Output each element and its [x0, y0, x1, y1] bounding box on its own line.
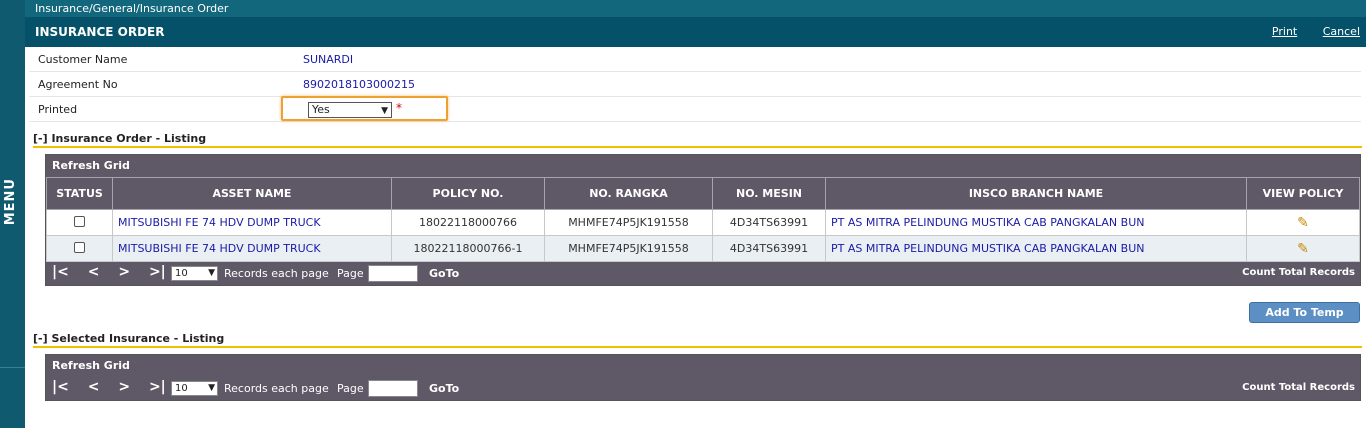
col-asset-name[interactable]: ASSET NAME — [112, 177, 392, 210]
pencil-icon[interactable]: ✎ — [1297, 241, 1309, 257]
col-no-rangka[interactable]: NO. RANGKA — [544, 177, 713, 210]
order-listing-header[interactable]: [-] Insurance Order - Listing — [33, 132, 1362, 148]
no-rangka: MHMFE74P5JK191558 — [544, 235, 713, 262]
records-label: Records each page — [224, 267, 329, 280]
selected-grid-refresh[interactable]: Refresh Grid — [46, 355, 1360, 377]
main-content: Insurance/General/Insurance Order INSURA… — [25, 0, 1366, 428]
policy-no: 18022118000766 — [391, 209, 545, 236]
customer-value: SUNARDI — [303, 53, 354, 66]
pencil-icon[interactable]: ✎ — [1297, 215, 1309, 231]
insco-branch-link[interactable]: PT AS MITRA PELINDUNG MUSTIKA CAB PANGKA… — [825, 235, 1247, 262]
policy-no: 18022118000766-1 — [391, 235, 545, 262]
table-row: MITSUBISHI FE 74 HDV DUMP TRUCK 18022118… — [46, 235, 1360, 262]
no-mesin: 4D34TS63991 — [712, 209, 826, 236]
order-grid: Refresh Grid STATUS ASSET NAME POLICY NO… — [45, 154, 1361, 286]
page-title: INSURANCE ORDER — [35, 25, 165, 39]
printed-row: Printed Yes ▼ * — [29, 96, 1361, 122]
col-insco-branch[interactable]: INSCO BRANCH NAME — [825, 177, 1247, 210]
col-status[interactable]: STATUS — [46, 177, 113, 210]
header-links: Print Cancel — [1250, 25, 1360, 38]
table-row: MITSUBISHI FE 74 HDV DUMP TRUCK 18022118… — [46, 209, 1360, 236]
print-link[interactable]: Print — [1272, 25, 1297, 38]
printed-select-focus: Yes ▼ * — [281, 96, 448, 121]
order-grid-refresh[interactable]: Refresh Grid — [46, 155, 1360, 177]
records-label: Records each page — [224, 382, 329, 395]
pager-nav: |< < > >| — [52, 379, 180, 395]
agreement-row: Agreement No 8902018103000215 — [29, 72, 1361, 97]
chevron-down-icon: ▼ — [381, 106, 388, 116]
page-size-value: 10 — [175, 383, 188, 394]
selected-grid: Refresh Grid |< < > >| 10 ▼ Records each… — [45, 354, 1361, 401]
title-bar: INSURANCE ORDER Print Cancel — [25, 17, 1366, 47]
insco-branch-link[interactable]: PT AS MITRA PELINDUNG MUSTIKA CAB PANGKA… — [825, 209, 1247, 236]
page-size-value: 10 — [175, 268, 188, 279]
printed-select-value: Yes — [312, 103, 330, 116]
agreement-value: 8902018103000215 — [303, 78, 415, 91]
status-checkbox[interactable] — [74, 215, 85, 227]
page-label: Page — [337, 382, 364, 395]
goto-button[interactable]: GoTo — [429, 382, 459, 395]
no-mesin: 4D34TS63991 — [712, 235, 826, 262]
asset-link[interactable]: MITSUBISHI FE 74 HDV DUMP TRUCK — [112, 235, 392, 262]
first-page-button[interactable]: |< — [52, 379, 69, 395]
side-menu[interactable]: MENU — [0, 0, 25, 428]
no-rangka: MHMFE74P5JK191558 — [544, 209, 713, 236]
printed-label: Printed — [38, 103, 78, 116]
printed-select[interactable]: Yes ▼ — [308, 102, 392, 118]
cancel-link[interactable]: Cancel — [1323, 25, 1360, 38]
asset-link[interactable]: MITSUBISHI FE 74 HDV DUMP TRUCK — [112, 209, 392, 236]
col-view-policy[interactable]: VIEW POLICY — [1246, 177, 1360, 210]
agreement-label: Agreement No — [38, 78, 118, 91]
page-label: Page — [337, 267, 364, 280]
order-table-header: STATUS ASSET NAME POLICY NO. NO. RANGKA … — [46, 177, 1360, 210]
selected-pager: |< < > >| 10 ▼ Records each page Page Go… — [46, 377, 1360, 400]
page-size-select[interactable]: 10 ▼ — [171, 381, 218, 396]
breadcrumb: Insurance/General/Insurance Order — [25, 0, 1366, 17]
chevron-down-icon: ▼ — [208, 268, 215, 278]
order-table: STATUS ASSET NAME POLICY NO. NO. RANGKA … — [46, 177, 1360, 262]
pager-nav: |< < > >| — [52, 264, 180, 280]
goto-button[interactable]: GoTo — [429, 267, 459, 280]
prev-page-button[interactable]: < — [88, 379, 100, 395]
first-page-button[interactable]: |< — [52, 264, 69, 280]
customer-row: Customer Name SUNARDI — [29, 47, 1361, 72]
col-policy-no[interactable]: POLICY NO. — [391, 177, 545, 210]
last-page-button[interactable]: >| — [149, 379, 166, 395]
next-page-button[interactable]: > — [118, 379, 130, 395]
count-total-records[interactable]: Count Total Records — [1242, 267, 1355, 278]
required-marker: * — [396, 101, 402, 115]
customer-label: Customer Name — [38, 53, 128, 66]
count-total-records[interactable]: Count Total Records — [1242, 382, 1355, 393]
col-no-mesin[interactable]: NO. MESIN — [712, 177, 826, 210]
chevron-down-icon: ▼ — [208, 383, 215, 393]
add-to-temp-button[interactable]: Add To Temp — [1249, 302, 1360, 323]
menu-divider — [0, 367, 25, 368]
page-input[interactable] — [368, 380, 418, 397]
next-page-button[interactable]: > — [118, 264, 130, 280]
prev-page-button[interactable]: < — [88, 264, 100, 280]
selected-listing-header[interactable]: [-] Selected Insurance - Listing — [33, 332, 1362, 348]
menu-label[interactable]: MENU — [3, 178, 23, 225]
status-checkbox[interactable] — [74, 241, 85, 253]
page-input[interactable] — [368, 265, 418, 282]
page-size-select[interactable]: 10 ▼ — [171, 266, 218, 281]
order-pager: |< < > >| 10 ▼ Records each page Page Go… — [46, 262, 1360, 285]
last-page-button[interactable]: >| — [149, 264, 166, 280]
